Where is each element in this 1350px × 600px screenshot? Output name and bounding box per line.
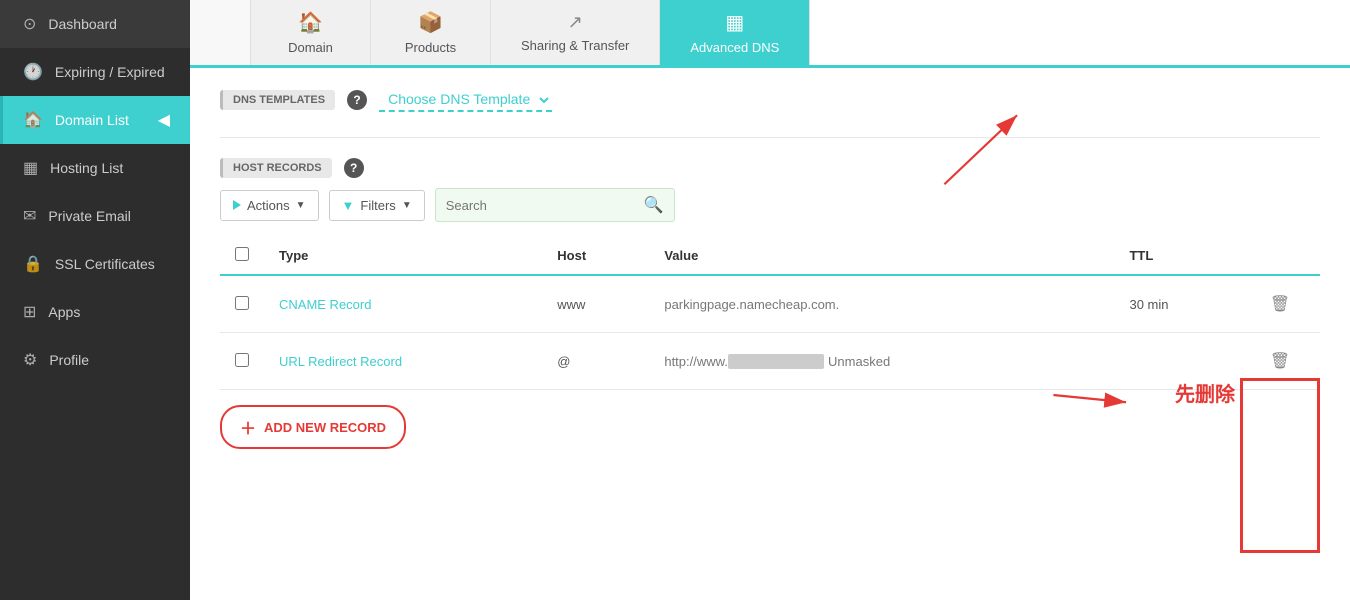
sidebar-item-label: Domain List [55,112,129,128]
dns-template-dropdown[interactable]: Choose DNS Template [379,88,552,112]
advanced-dns-tab-icon: ▦ [725,10,744,35]
select-all-checkbox[interactable] [235,247,249,261]
dns-template-select-area: Choose DNS Template [379,88,552,112]
tab-sharing-transfer[interactable]: ↗ Sharing & Transfer [491,0,660,65]
table-body: CNAME Record www parkingpage.namecheap.c… [220,275,1320,390]
sidebar-item-label: Hosting List [50,160,123,176]
sidebar-item-label: Dashboard [48,16,117,32]
main-content: 🏠 Domain 📦 Products ↗ Sharing & Transfer… [190,0,1350,600]
row-1-value: parkingpage.namecheap.com. [649,275,1114,333]
tab-domain-label: Domain [288,40,333,55]
actions-label: Actions [247,198,290,213]
row-1-actions: 🗑 [1240,275,1320,333]
plus-icon: ＋ [240,415,256,439]
filters-chevron-icon: ▼ [402,200,412,211]
sidebar-item-expiring[interactable]: 🕐 Expiring / Expired [0,48,190,96]
chinese-annotation: 先删除 [1175,378,1235,407]
sidebar-item-domain-list[interactable]: 🏠 Domain List ◀ [0,96,190,144]
filters-label: Filters [360,198,395,213]
play-icon [233,200,241,210]
row-1-delete-button[interactable]: 🗑 [1262,290,1298,318]
row-1-host: www [542,275,649,333]
row-2-checkbox[interactable] [235,353,249,367]
content-area: DNS TEMPLATES ? Choose DNS Template HOST… [190,68,1350,504]
th-type: Type [264,237,542,275]
gear-icon: ⚙ [23,350,37,370]
host-records-label: HOST RECORDS [220,158,332,178]
tab-empty[interactable] [190,0,251,65]
filter-icon: ▼ [342,198,355,213]
sidebar-item-apps[interactable]: ⊞ Apps [0,288,190,336]
table-header: Type Host Value TTL [220,237,1320,275]
sidebar: ⊙ Dashboard 🕐 Expiring / Expired 🏠 Domai… [0,0,190,600]
sidebar-item-hosting-list[interactable]: ▦ Hosting List [0,144,190,192]
home-icon: 🏠 [23,110,43,130]
th-checkbox [220,237,264,275]
row-2-value-suffix: Unmasked [828,354,890,369]
sidebar-item-label: Profile [49,352,89,368]
filters-button[interactable]: ▼ Filters ▼ [329,190,425,221]
row-checkbox-cell [220,275,264,333]
sidebar-item-dashboard[interactable]: ⊙ Dashboard [0,0,190,48]
tab-domain[interactable]: 🏠 Domain [251,0,371,65]
table-row: CNAME Record www parkingpage.namecheap.c… [220,275,1320,333]
chevron-down-icon: ▼ [296,200,306,211]
sidebar-item-ssl-certificates[interactable]: 🔒 SSL Certificates [0,240,190,288]
row-2-type[interactable]: URL Redirect Record [264,333,542,390]
tab-advanced-dns-label: Advanced DNS [690,40,779,55]
sidebar-item-label: Apps [48,304,80,320]
search-icon: 🔍 [644,195,664,215]
row-1-checkbox[interactable] [235,296,249,310]
dns-templates-label: DNS TEMPLATES [220,90,335,110]
lock-icon: 🔒 [23,254,43,274]
row-1-type[interactable]: CNAME Record [264,275,542,333]
th-value: Value [649,237,1114,275]
dns-templates-section: DNS TEMPLATES ? Choose DNS Template [220,88,1320,138]
row-2-delete-button[interactable]: 🗑 [1262,347,1298,375]
host-records-section: HOST RECORDS ? Actions ▼ ▼ Filters ▼ 🔍 [220,158,1320,464]
dns-templates-help-icon[interactable]: ? [347,90,367,110]
apps-icon: ⊞ [23,302,36,322]
search-box: 🔍 [435,188,675,222]
sidebar-item-label: Private Email [48,208,130,224]
email-icon: ✉ [23,206,36,226]
row-2-value-masked: ██████████ [728,354,824,369]
th-host: Host [542,237,649,275]
tab-products[interactable]: 📦 Products [371,0,491,65]
row-2-value-prefix: http://www. [664,354,728,369]
records-toolbar: Actions ▼ ▼ Filters ▼ 🔍 [220,188,1320,222]
row-2-value: http://www.██████████ Unmasked [649,333,1114,390]
add-new-record-button[interactable]: ＋ ADD NEW RECORD [220,405,406,449]
tab-advanced-dns[interactable]: ▦ Advanced DNS [660,0,810,65]
add-record-label: ADD NEW RECORD [264,420,386,435]
records-table: Type Host Value TTL CNAME Record ww [220,237,1320,390]
host-records-header: HOST RECORDS ? [220,158,1320,178]
actions-button[interactable]: Actions ▼ [220,190,319,221]
sidebar-item-label: Expiring / Expired [55,64,165,80]
dashboard-icon: ⊙ [23,14,36,34]
host-records-help-icon[interactable]: ? [344,158,364,178]
th-ttl: TTL [1114,237,1240,275]
sharing-tab-icon: ↗ [568,12,583,33]
tab-products-label: Products [405,40,456,55]
products-tab-icon: 📦 [418,10,443,35]
clock-icon: 🕐 [23,62,43,82]
row-1-ttl: 30 min [1114,275,1240,333]
sidebar-item-profile[interactable]: ⚙ Profile [0,336,190,384]
domain-tab-icon: 🏠 [298,10,323,35]
hosting-icon: ▦ [23,158,38,178]
th-actions [1240,237,1320,275]
row-checkbox-cell [220,333,264,390]
row-2-host: @ [542,333,649,390]
row-2-actions: 🗑 [1240,333,1320,390]
sidebar-item-label: SSL Certificates [55,256,155,272]
tab-sharing-label: Sharing & Transfer [521,38,629,53]
table-row: URL Redirect Record @ http://www.███████… [220,333,1320,390]
sidebar-item-private-email[interactable]: ✉ Private Email [0,192,190,240]
tab-bar: 🏠 Domain 📦 Products ↗ Sharing & Transfer… [190,0,1350,68]
dns-templates-header: DNS TEMPLATES ? Choose DNS Template [220,88,1320,112]
search-input[interactable] [446,198,636,213]
